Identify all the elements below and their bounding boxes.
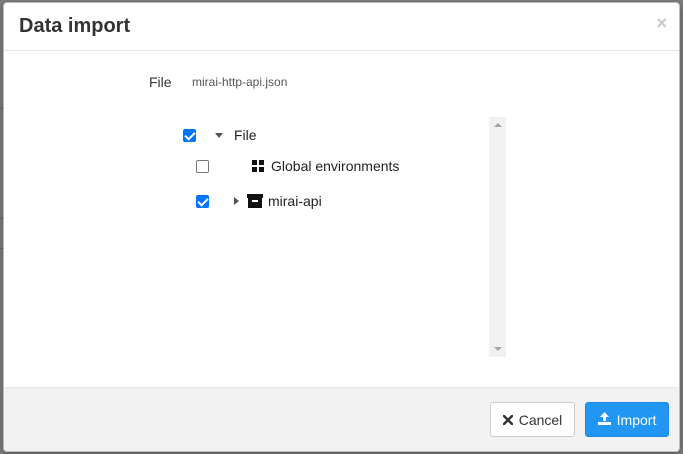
dialog-title: Data import: [19, 15, 131, 37]
caret-down-icon[interactable]: [215, 132, 223, 138]
caret-right-icon[interactable]: [234, 197, 239, 205]
close-icon[interactable]: ×: [656, 13, 667, 33]
upload-icon: [597, 411, 611, 428]
tree-scrollbar[interactable]: [489, 117, 506, 357]
grid-icon: [252, 160, 264, 172]
global-environments-checkbox[interactable]: [196, 159, 209, 173]
mirai-api-checkbox[interactable]: [196, 194, 209, 208]
box-icon: [247, 194, 263, 208]
dialog-footer: Cancel Import: [4, 387, 679, 451]
dialog-header: Data import ×: [4, 3, 679, 51]
close-icon: [502, 412, 513, 428]
cancel-button[interactable]: Cancel: [490, 402, 575, 437]
scroll-up-icon[interactable]: [494, 123, 502, 127]
tree-node-global-environments: Global environments: [196, 156, 399, 176]
import-button-label: Import: [616, 411, 657, 428]
tree-node-mirai-api: mirai-api: [196, 191, 322, 211]
import-tree: File Global environments mirai-api: [169, 117, 506, 357]
file-name: mirai-http-api.json: [192, 75, 288, 89]
cancel-button-label: Cancel: [518, 411, 563, 428]
tree-node-label: mirai-api: [268, 193, 322, 209]
root-checkbox[interactable]: [183, 128, 196, 142]
file-label: File: [149, 74, 172, 90]
import-button[interactable]: Import: [585, 402, 669, 437]
scroll-down-icon[interactable]: [494, 347, 502, 351]
tree-node-label: File: [234, 127, 257, 143]
tree-node-root: File: [183, 125, 257, 145]
data-import-dialog: Data import × File mirai-http-api.json F…: [3, 2, 680, 452]
tree-node-label: Global environments: [271, 158, 400, 174]
